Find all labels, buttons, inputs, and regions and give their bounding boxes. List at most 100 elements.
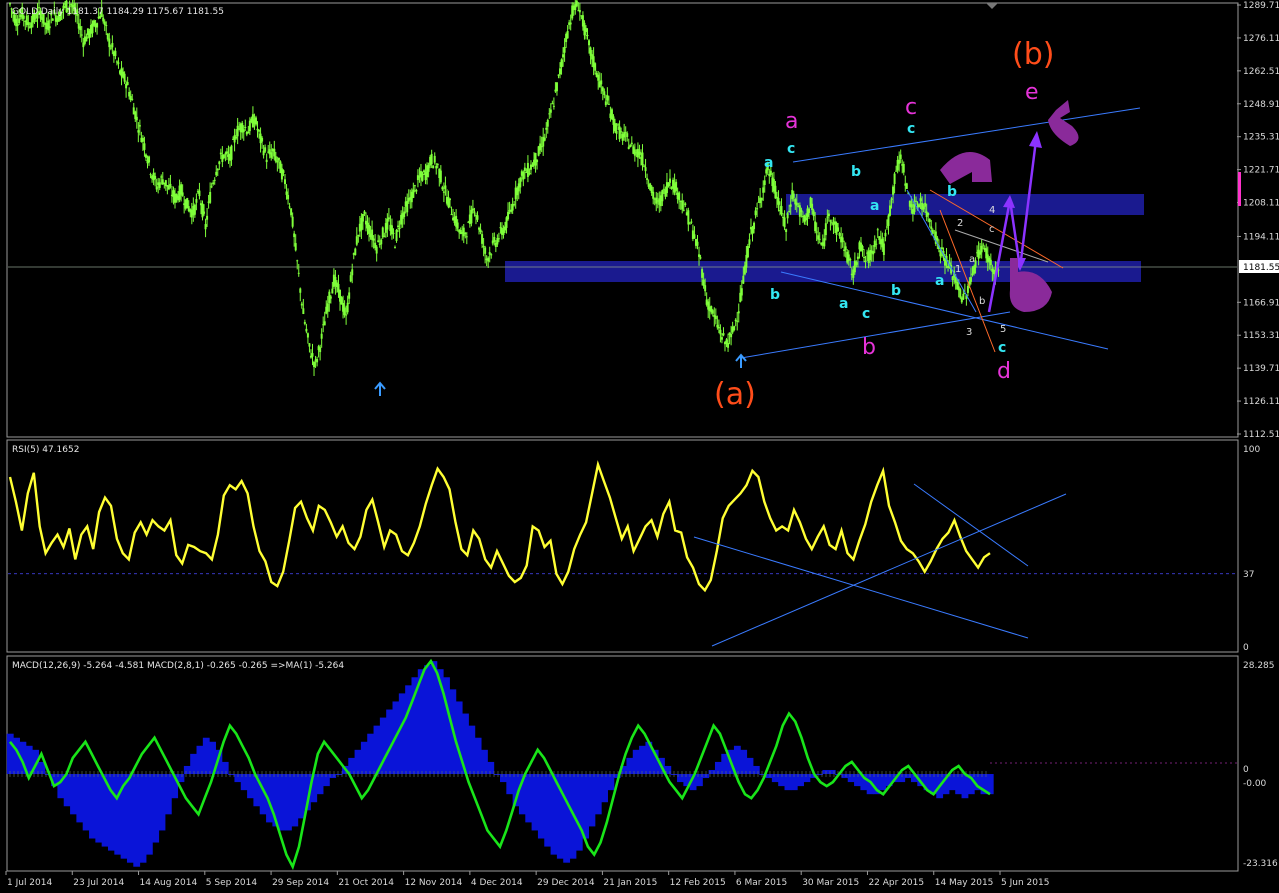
- chart-svg: a c b a b a c b c c b a a b c d e (b) (a…: [5, 0, 1279, 888]
- candle-body: [235, 136, 238, 139]
- candle-body: [742, 275, 745, 284]
- macd-bar: [398, 693, 406, 775]
- candle-body: [811, 203, 814, 211]
- macd-histogram: [6, 661, 994, 867]
- macd-bar: [575, 774, 583, 851]
- candle-body: [722, 333, 725, 336]
- candle-body: [114, 50, 117, 56]
- wave-label: a: [935, 273, 944, 289]
- candle-body: [762, 187, 765, 193]
- candle-body: [371, 229, 374, 240]
- candle-body: [910, 204, 913, 208]
- candle-body: [203, 211, 206, 214]
- candle-body: [471, 208, 474, 211]
- macd-bar: [563, 774, 571, 863]
- macd-bar: [904, 774, 912, 779]
- candle-body: [284, 179, 286, 185]
- candle-body: [387, 217, 390, 220]
- candle-body: [236, 125, 239, 137]
- candle-body: [148, 156, 151, 163]
- x-tick-label: 12 Feb 2015: [670, 878, 726, 888]
- candle-body: [115, 61, 118, 63]
- candle-body: [808, 208, 811, 213]
- candle-body: [947, 265, 950, 269]
- candle-body: [102, 17, 105, 22]
- current-price-label: 1181.55: [1243, 263, 1279, 273]
- candle-body: [885, 226, 888, 228]
- candle-body: [841, 237, 844, 243]
- candle-body: [297, 272, 300, 274]
- rsi-header: RSI(5) 47.1652: [12, 445, 79, 455]
- x-tick-label: 4 Dec 2014: [471, 878, 523, 888]
- purple-glyph-1: [940, 152, 992, 184]
- candle-body: [319, 347, 322, 353]
- candle-body: [96, 23, 99, 28]
- candle-body: [523, 167, 526, 172]
- candle-body: [661, 190, 664, 202]
- candle-body: [918, 204, 921, 208]
- candle-body: [247, 131, 250, 134]
- candle-body: [552, 105, 555, 107]
- candle-body: [924, 202, 927, 207]
- candle-body: [348, 292, 351, 299]
- macd-bar: [424, 665, 431, 775]
- candle-body: [91, 23, 94, 34]
- candle-body: [560, 59, 563, 68]
- candle-body: [969, 277, 972, 282]
- resistance-zone: [786, 194, 1144, 215]
- candle-body: [488, 252, 491, 255]
- macd-bar: [316, 774, 324, 795]
- candle-body: [727, 343, 730, 348]
- wave-label: b: [947, 184, 957, 200]
- macd-bar: [879, 774, 887, 791]
- x-tick-label: 21 Oct 2014: [338, 878, 394, 888]
- candle-body: [830, 222, 833, 224]
- candle-body: [9, 3, 11, 5]
- candle-body: [244, 126, 247, 128]
- candle-body: [838, 233, 841, 236]
- candle-body: [349, 275, 352, 282]
- y-tick-label: 1166.91: [1243, 298, 1279, 308]
- candle-body: [681, 200, 684, 210]
- candle-body: [899, 154, 902, 160]
- macd-bar: [247, 774, 254, 799]
- candle-body: [892, 186, 895, 195]
- candle-body: [902, 164, 905, 173]
- candle-body: [380, 239, 383, 245]
- candle-body: [473, 211, 476, 213]
- candle-body: [436, 164, 439, 166]
- candle-body: [273, 148, 276, 157]
- macd-bar: [771, 774, 779, 783]
- candle-body: [160, 176, 163, 178]
- candle-body: [876, 229, 879, 231]
- macd-header: MACD(12,26,9) -5.264 -4.581 MACD(2,8,1) …: [12, 661, 344, 671]
- candle-body: [444, 185, 447, 189]
- macd-tick-label: 0: [1243, 765, 1249, 775]
- candle-body: [555, 82, 558, 92]
- candle-body: [687, 210, 690, 225]
- rsi-tick-label: 0: [1243, 643, 1249, 653]
- candle-body: [736, 320, 739, 322]
- wave-label: b: [770, 287, 780, 303]
- wave-label-big-b: (b): [1012, 37, 1054, 72]
- candle-body: [682, 209, 685, 211]
- candle-body: [823, 238, 826, 247]
- macd-bar: [133, 774, 141, 867]
- macd-bar: [430, 661, 438, 775]
- candle-body: [441, 187, 444, 190]
- candle-body: [16, 24, 19, 26]
- macd-bar: [221, 761, 229, 775]
- candle-body: [740, 288, 743, 296]
- wave-label-b: b: [862, 335, 876, 360]
- candle-body: [584, 28, 587, 32]
- candle-body: [230, 145, 233, 160]
- price-header: GOLD,Daily 1181.37 1184.29 1175.67 1181.…: [12, 7, 224, 17]
- candle-body: [427, 165, 430, 172]
- y-tick-label: 1153.31: [1243, 331, 1279, 341]
- macd-bar: [196, 745, 204, 775]
- x-tick-label: 1 Jul 2014: [7, 878, 52, 888]
- candle-body: [287, 194, 290, 200]
- candle-body: [641, 152, 644, 166]
- candle-body: [143, 143, 146, 150]
- candle-body: [462, 227, 465, 237]
